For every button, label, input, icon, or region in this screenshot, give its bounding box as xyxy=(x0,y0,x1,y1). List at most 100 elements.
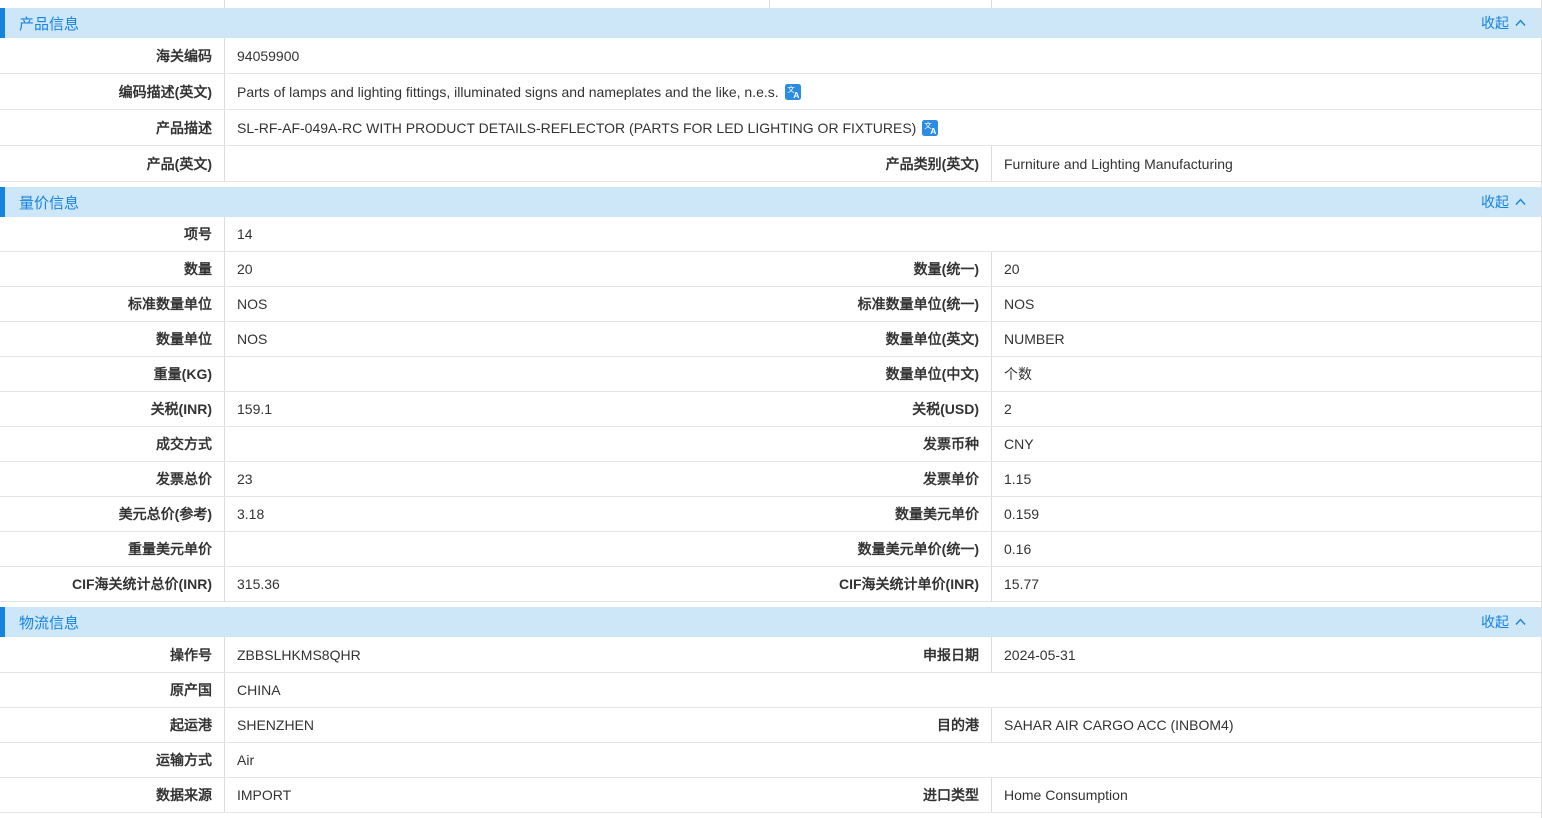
table-row: 海关编码 94059900 xyxy=(0,38,1541,74)
field-value: IMPORT xyxy=(225,778,770,812)
field-value: SHENZHEN xyxy=(225,708,770,742)
collapse-toggle-quantity-price-info[interactable]: 收起 xyxy=(1481,192,1527,212)
field-label: 产品(英文) xyxy=(0,146,225,181)
field-label: 项号 xyxy=(0,217,225,251)
field-value: NOS xyxy=(992,287,1541,321)
field-value-text: SL-RF-AF-049A-RC WITH PRODUCT DETAILS-RE… xyxy=(237,120,916,136)
field-label: 产品描述 xyxy=(0,110,225,145)
field-value: ZBBSLHKMS8QHR xyxy=(225,637,770,672)
collapse-label: 收起 xyxy=(1481,13,1509,33)
field-value xyxy=(225,146,770,181)
table-row: 关税(INR) 159.1 关税(USD) 2 xyxy=(0,392,1541,427)
field-label: CIF海关统计总价(INR) xyxy=(0,567,225,601)
field-label: 发票单价 xyxy=(770,462,992,496)
remnant-cell xyxy=(225,0,770,8)
field-value: 0.159 xyxy=(992,497,1541,531)
field-value: CNY xyxy=(992,427,1541,461)
field-value: SL-RF-AF-049A-RC WITH PRODUCT DETAILS-RE… xyxy=(225,110,1541,145)
field-value: 3.18 xyxy=(225,497,770,531)
chevron-up-icon xyxy=(1514,194,1527,210)
section-accent-bar xyxy=(0,607,5,637)
table-row: 标准数量单位 NOS 标准数量单位(统一) NOS xyxy=(0,287,1541,322)
field-value xyxy=(225,532,770,566)
section-title: 量价信息 xyxy=(19,192,79,213)
section-header-product-info: 产品信息 收起 xyxy=(0,8,1541,38)
field-label: 数量美元单价(统一) xyxy=(770,532,992,566)
collapse-toggle-logistics-info[interactable]: 收起 xyxy=(1481,612,1527,632)
table-row: 数据来源 IMPORT 进口类型 Home Consumption xyxy=(0,778,1541,813)
field-label: 数量(统一) xyxy=(770,252,992,286)
table-row: 起运港 SHENZHEN 目的港 SAHAR AIR CARGO ACC (IN… xyxy=(0,708,1541,743)
field-label: CIF海关统计单价(INR) xyxy=(770,567,992,601)
section-accent-bar xyxy=(0,8,5,38)
field-value: 0.16 xyxy=(992,532,1541,566)
field-label: 进口类型 xyxy=(770,778,992,812)
section-accent-bar xyxy=(0,187,5,217)
field-label: 原产国 xyxy=(0,673,225,707)
field-value: 1.15 xyxy=(992,462,1541,496)
table-row: 项号 14 xyxy=(0,217,1541,252)
field-label: 数量单位(中文) xyxy=(770,357,992,391)
field-label: 发票币种 xyxy=(770,427,992,461)
field-value: NOS xyxy=(225,322,770,356)
field-label: 起运港 xyxy=(0,708,225,742)
collapse-toggle-product-info[interactable]: 收起 xyxy=(1481,13,1527,33)
previous-row-remnant xyxy=(0,0,1541,8)
field-label: 重量(KG) xyxy=(0,357,225,391)
table-row: 重量(KG) 数量单位(中文) 个数 xyxy=(0,357,1541,392)
field-label: 数量单位 xyxy=(0,322,225,356)
field-value: 14 xyxy=(225,217,1541,251)
field-label: 海关编码 xyxy=(0,38,225,73)
field-value: NOS xyxy=(225,287,770,321)
field-label: 标准数量单位(统一) xyxy=(770,287,992,321)
field-value: 94059900 xyxy=(225,38,1541,73)
svg-text:A: A xyxy=(793,90,799,100)
table-row: 数量 20 数量(统一) 20 xyxy=(0,252,1541,287)
field-label: 运输方式 xyxy=(0,743,225,777)
field-value: 2024-05-31 xyxy=(992,637,1541,672)
collapse-label: 收起 xyxy=(1481,612,1509,632)
field-label: 产品类别(英文) xyxy=(770,146,992,181)
remnant-cell xyxy=(0,0,225,8)
field-value: Air xyxy=(225,743,1541,777)
field-value: Parts of lamps and lighting fittings, il… xyxy=(225,74,1541,109)
field-value: 23 xyxy=(225,462,770,496)
remnant-cell xyxy=(770,0,992,8)
chevron-up-icon xyxy=(1514,15,1527,31)
field-label: 重量美元单价 xyxy=(0,532,225,566)
field-value: 20 xyxy=(992,252,1541,286)
svg-text:A: A xyxy=(931,126,937,136)
table-row: 成交方式 发票币种 CNY xyxy=(0,427,1541,462)
table-row: 产品(英文) 产品类别(英文) Furniture and Lighting M… xyxy=(0,146,1541,182)
table-row: 运输方式 Air xyxy=(0,743,1541,778)
table-row: 原产国 CHINA xyxy=(0,673,1541,708)
table-row: 产品描述 SL-RF-AF-049A-RC WITH PRODUCT DETAI… xyxy=(0,110,1541,146)
collapse-label: 收起 xyxy=(1481,192,1509,212)
field-value xyxy=(225,427,770,461)
customs-record-detail-page: 产品信息 收起 海关编码 94059900 编码描述(英文) Parts of … xyxy=(0,0,1542,818)
field-label: 编码描述(英文) xyxy=(0,74,225,109)
table-row: CIF海关统计总价(INR) 315.36 CIF海关统计单价(INR) 15.… xyxy=(0,567,1541,602)
field-label: 数据来源 xyxy=(0,778,225,812)
translate-icon[interactable]: 文A xyxy=(922,120,938,136)
translate-icon[interactable]: 文A xyxy=(785,84,801,100)
section-header-quantity-price-info: 量价信息 收起 xyxy=(0,187,1541,217)
section-title: 物流信息 xyxy=(19,612,79,633)
field-value: NUMBER xyxy=(992,322,1541,356)
field-label: 数量单位(英文) xyxy=(770,322,992,356)
field-value: Home Consumption xyxy=(992,778,1541,812)
field-label: 数量 xyxy=(0,252,225,286)
field-value: 315.36 xyxy=(225,567,770,601)
section-header-logistics-info: 物流信息 收起 xyxy=(0,607,1541,637)
field-label: 关税(INR) xyxy=(0,392,225,426)
field-value: 15.77 xyxy=(992,567,1541,601)
field-value: 159.1 xyxy=(225,392,770,426)
section-title: 产品信息 xyxy=(19,13,79,34)
field-label: 目的港 xyxy=(770,708,992,742)
table-row: 编码描述(英文) Parts of lamps and lighting fit… xyxy=(0,74,1541,110)
field-label: 关税(USD) xyxy=(770,392,992,426)
field-label: 数量美元单价 xyxy=(770,497,992,531)
field-value: 个数 xyxy=(992,357,1541,391)
field-label: 申报日期 xyxy=(770,637,992,672)
field-value: 2 xyxy=(992,392,1541,426)
